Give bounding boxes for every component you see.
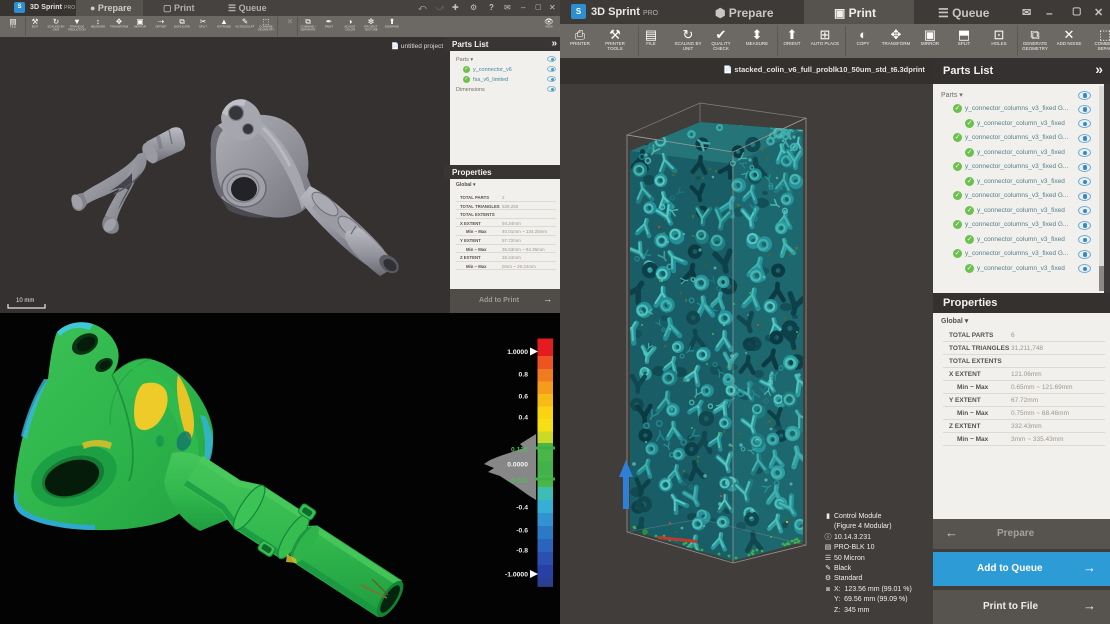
svg-text:-0.6: -0.6 (516, 528, 528, 535)
svg-text:0.8: 0.8 (519, 372, 529, 379)
svg-text:0.6: 0.6 (519, 394, 529, 401)
svg-text:1.0000: 1.0000 (507, 349, 528, 356)
svg-text:-0.4: -0.4 (516, 505, 528, 512)
svg-text:-0.125: -0.125 (509, 478, 528, 485)
svg-text:0.4: 0.4 (519, 415, 529, 422)
svg-text:0.0000: 0.0000 (507, 462, 528, 469)
svg-text:-0.8: -0.8 (516, 548, 528, 555)
svg-text:0.125: 0.125 (511, 447, 528, 454)
svg-text:-1.0000: -1.0000 (505, 572, 528, 579)
